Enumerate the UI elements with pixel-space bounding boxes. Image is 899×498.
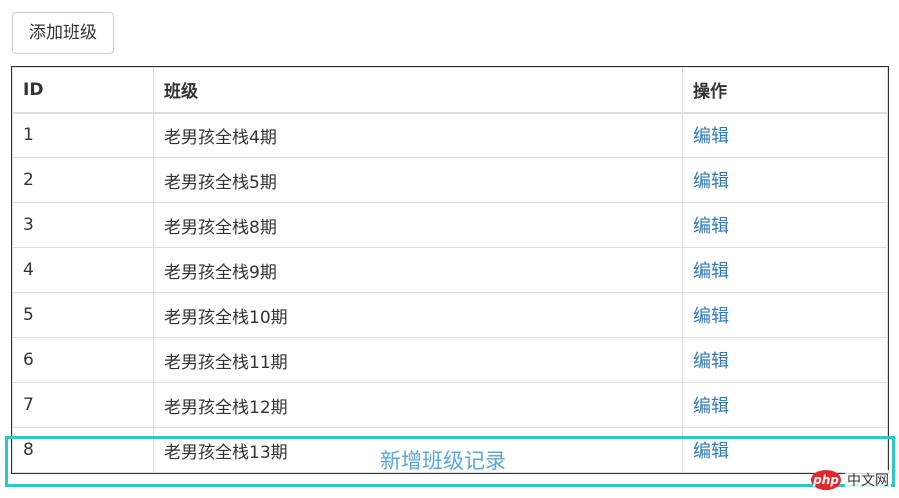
row-id: 4	[12, 247, 154, 293]
edit-link[interactable]: 编辑	[693, 171, 729, 192]
row-id: 6	[12, 337, 154, 383]
edit-link[interactable]: 编辑	[693, 216, 729, 237]
row-action-cell: 编辑	[682, 157, 888, 203]
row-class-name: 老男孩全栈8期	[153, 202, 683, 248]
column-header-id: ID	[12, 67, 154, 114]
watermark-text: 中文网	[845, 470, 891, 490]
table-header-row: ID 班级 操作	[12, 67, 888, 114]
add-class-button[interactable]: 添加班级	[12, 12, 114, 54]
row-class-name: 老男孩全栈11期	[153, 337, 683, 383]
row-class-name: 老男孩全栈5期	[153, 157, 683, 203]
edit-link[interactable]: 编辑	[693, 261, 729, 282]
table-row: 7 老男孩全栈12期 编辑	[12, 382, 888, 428]
row-class-name: 老男孩全栈4期	[153, 112, 683, 158]
row-id: 5	[12, 292, 154, 338]
table-row: 3 老男孩全栈8期 编辑	[12, 202, 888, 248]
row-class-name: 老男孩全栈10期	[153, 292, 683, 338]
row-action-cell: 编辑	[682, 202, 888, 248]
row-action-cell: 编辑	[682, 247, 888, 293]
row-id: 7	[12, 382, 154, 428]
table-row: 5 老男孩全栈10期 编辑	[12, 292, 888, 338]
php-logo-icon: php	[811, 470, 841, 490]
row-action-cell: 编辑	[682, 382, 888, 428]
new-record-annotation: 新增班级记录	[380, 449, 506, 473]
class-table: ID 班级 操作 1 老男孩全栈4期 编辑 2 老男孩全栈5期 编辑 3 老男孩…	[11, 66, 889, 474]
row-id: 2	[12, 157, 154, 203]
row-id: 1	[12, 112, 154, 158]
edit-link[interactable]: 编辑	[693, 306, 729, 327]
table-row: 2 老男孩全栈5期 编辑	[12, 157, 888, 203]
row-id: 3	[12, 202, 154, 248]
edit-link[interactable]: 编辑	[693, 351, 729, 372]
edit-link[interactable]: 编辑	[693, 396, 729, 417]
row-class-name: 老男孩全栈9期	[153, 247, 683, 293]
row-action-cell: 编辑	[682, 337, 888, 383]
row-action-cell: 编辑	[682, 112, 888, 158]
table-row: 4 老男孩全栈9期 编辑	[12, 247, 888, 293]
column-header-action: 操作	[682, 67, 888, 114]
table-row: 1 老男孩全栈4期 编辑	[12, 112, 888, 158]
edit-link[interactable]: 编辑	[693, 126, 729, 147]
watermark: php 中文网	[811, 470, 891, 490]
table-row: 6 老男孩全栈11期 编辑	[12, 337, 888, 383]
row-class-name: 老男孩全栈12期	[153, 382, 683, 428]
column-header-class: 班级	[153, 67, 683, 114]
row-action-cell: 编辑	[682, 292, 888, 338]
